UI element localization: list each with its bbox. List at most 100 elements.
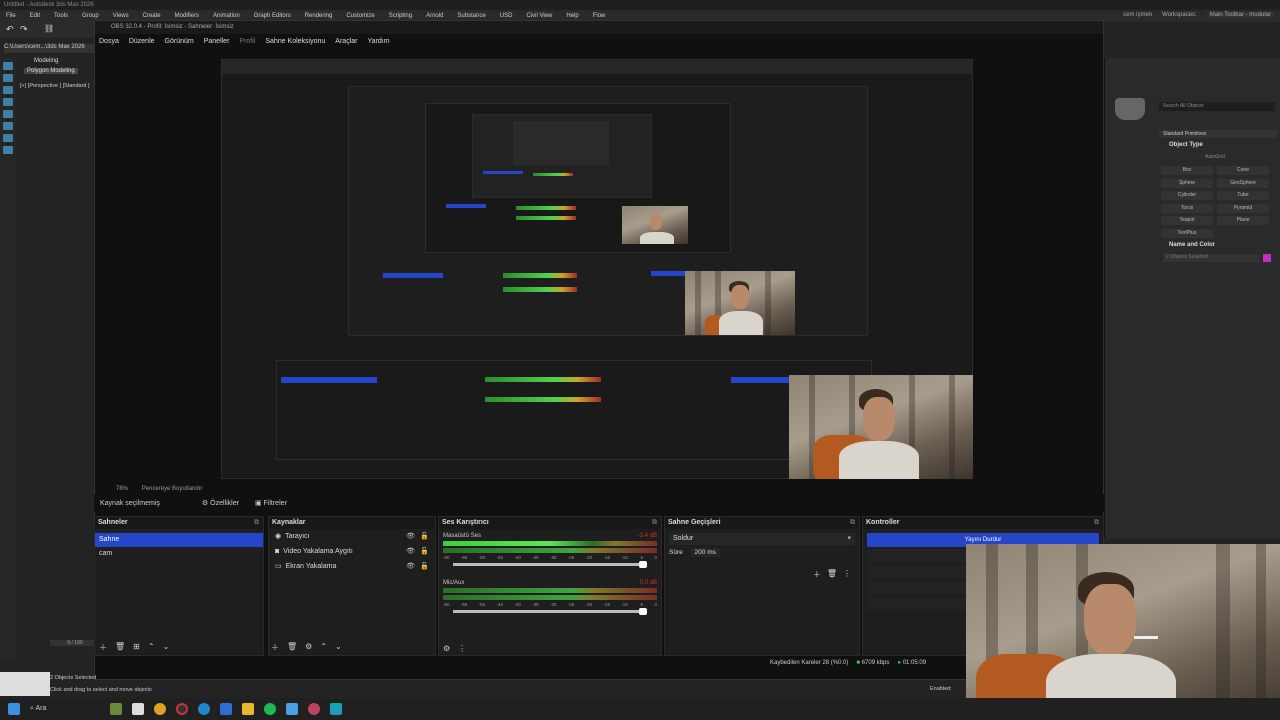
ribbon-sub[interactable]: Polygon Modeling (24, 68, 78, 74)
max-menu-item[interactable]: Substance (457, 13, 485, 19)
source-item[interactable]: ▭ Ekran Yakalama 👁 🔓 (269, 559, 435, 574)
menu-dots-icon[interactable]: ⋮ (458, 644, 466, 653)
object-type-heading[interactable]: Object Type (1169, 142, 1203, 148)
3dsmax-icon[interactable] (330, 703, 342, 715)
settings-icon[interactable]: ⚙ (443, 644, 450, 653)
max-menu-item[interactable]: Rendering (305, 13, 333, 19)
trash-icon[interactable]: 🗑 (827, 569, 837, 580)
align-icon[interactable] (3, 134, 13, 142)
add-icon[interactable]: ＋ (99, 642, 107, 653)
scale-icon[interactable] (3, 98, 13, 106)
eye-icon[interactable]: 👁 (406, 544, 415, 559)
mail-icon[interactable] (220, 703, 232, 715)
max-menu-item[interactable]: USD (500, 13, 513, 19)
max-menu-item[interactable]: Graph Editors (254, 13, 291, 19)
primitive-button[interactable]: Teapot (1161, 216, 1213, 225)
max-menu-item[interactable]: Flow (593, 13, 606, 19)
up-icon[interactable]: ⌃ (320, 642, 327, 653)
filters-button[interactable]: ▣ Filtreler (255, 499, 287, 507)
max-menu-item[interactable]: File (6, 13, 16, 19)
volume-slider[interactable] (453, 561, 647, 568)
obs-menu-item[interactable]: Görünüm (165, 38, 194, 45)
obs-icon[interactable] (176, 703, 188, 715)
primitive-button[interactable]: Tube (1217, 191, 1269, 200)
user-name[interactable]: cem işmen (1123, 12, 1152, 18)
spotify-icon[interactable] (264, 703, 276, 715)
add-icon[interactable]: ＋ (271, 642, 279, 653)
color-swatch[interactable] (1263, 254, 1271, 262)
filter-icon[interactable]: ⊞ (133, 642, 140, 653)
cmd-category[interactable]: Standard Primitives (1159, 130, 1277, 138)
mirror-icon[interactable] (3, 122, 13, 130)
primitive-button[interactable]: Torus (1161, 203, 1213, 213)
obs-menu-item[interactable]: Yardım (367, 38, 389, 45)
edge-icon[interactable] (198, 703, 210, 715)
max-menu-item[interactable]: Edit (30, 13, 40, 19)
link-icon[interactable]: ⛓ (44, 24, 54, 33)
move-icon[interactable] (3, 74, 13, 82)
source-item[interactable]: ◙ Video Yakalama Aygıtı 👁 🔓 (269, 544, 435, 559)
fit-to-window[interactable]: Pencereye Boyutlandır (142, 486, 203, 492)
obs-menu-item[interactable]: Dosya (99, 38, 119, 45)
source-item[interactable]: ◉ Tarayıcı 👁 🔓 (269, 529, 435, 544)
ribbon-tab-modeling[interactable]: Modeling (34, 58, 58, 64)
max-menu-item[interactable]: Create (143, 13, 161, 19)
widgets-icon[interactable] (110, 703, 122, 715)
explorer-icon[interactable] (132, 703, 144, 715)
workspace-select[interactable]: Main Toolbar - modular (1206, 12, 1274, 18)
volume-slider[interactable] (453, 608, 647, 615)
maxscript-listener[interactable] (0, 672, 50, 696)
properties-button[interactable]: ⚙ Özellikler (202, 499, 239, 507)
max-menu-item[interactable]: Group (82, 13, 99, 19)
trash-icon[interactable]: 🗑 (115, 642, 125, 653)
max-menu-item[interactable]: Customize (346, 13, 374, 19)
primitive-button[interactable]: Sphere (1161, 178, 1213, 188)
scene-item[interactable]: Sahne (95, 533, 263, 547)
windows-icon[interactable] (8, 703, 20, 715)
frame-counter[interactable]: 0 / 100 (50, 640, 100, 646)
folder-icon[interactable] (242, 703, 254, 715)
scene-item[interactable]: cam (95, 547, 263, 561)
gear-icon[interactable]: ⚙ (305, 642, 312, 653)
obs-menu-item[interactable]: Profil (239, 38, 255, 45)
duration-field[interactable]: 200 ms (690, 548, 720, 557)
viewport-label[interactable]: [+] [Perspective ] [Standard ] (20, 83, 90, 89)
redo-icon[interactable]: ↷ (20, 24, 28, 35)
rotate-icon[interactable] (3, 86, 13, 94)
max-menu-item[interactable]: Tools (54, 13, 68, 19)
down-icon[interactable]: ⌄ (335, 642, 342, 653)
chrome-icon[interactable] (154, 703, 166, 715)
max-menu-item[interactable]: Civil View (526, 13, 552, 19)
max-menu-item[interactable]: Scripting (389, 13, 412, 19)
trash-icon[interactable]: 🗑 (287, 642, 297, 653)
max-menu-item[interactable]: Animation (213, 13, 240, 19)
autogrid-checkbox[interactable]: AutoGrid (1205, 154, 1225, 160)
lock-icon[interactable]: 🔓 (420, 529, 429, 544)
app-icon[interactable] (286, 703, 298, 715)
zoom-level[interactable]: 78% (116, 486, 128, 492)
obs-menu-item[interactable]: Sahne Koleksiyonu (265, 38, 325, 45)
transition-select[interactable]: Soldur (669, 533, 855, 545)
cmd-search[interactable]: Search All Objects (1159, 102, 1275, 111)
max-menu-item[interactable]: Arnold (426, 13, 443, 19)
primitive-button[interactable]: Pyramid (1217, 203, 1269, 213)
max-menu-item[interactable]: Views (113, 13, 129, 19)
obs-menu-item[interactable]: Paneller (204, 38, 230, 45)
primitive-button[interactable]: Cone (1217, 166, 1269, 175)
snap-icon[interactable] (3, 110, 13, 118)
lock-icon[interactable]: 🔓 (420, 544, 429, 559)
undo-icon[interactable]: ↶ (6, 24, 14, 35)
obs-menu-item[interactable]: Araçlar (335, 38, 357, 45)
max-menu-item[interactable]: Help (566, 13, 578, 19)
up-icon[interactable]: ⌃ (148, 642, 155, 653)
primitive-button[interactable]: Box (1161, 166, 1213, 175)
name-color-heading[interactable]: Name and Color (1169, 242, 1215, 248)
primitive-button[interactable]: Plane (1217, 216, 1269, 225)
selection-name[interactable]: 2 Objects Selected (1163, 254, 1259, 262)
select-icon[interactable] (3, 62, 13, 70)
menu-dots-icon[interactable]: ⋮ (843, 569, 851, 580)
eye-icon[interactable]: 👁 (406, 559, 415, 574)
add-icon[interactable]: ＋ (813, 569, 821, 580)
primitive-button[interactable]: TextPlus (1161, 228, 1213, 238)
davinci-icon[interactable] (308, 703, 320, 715)
